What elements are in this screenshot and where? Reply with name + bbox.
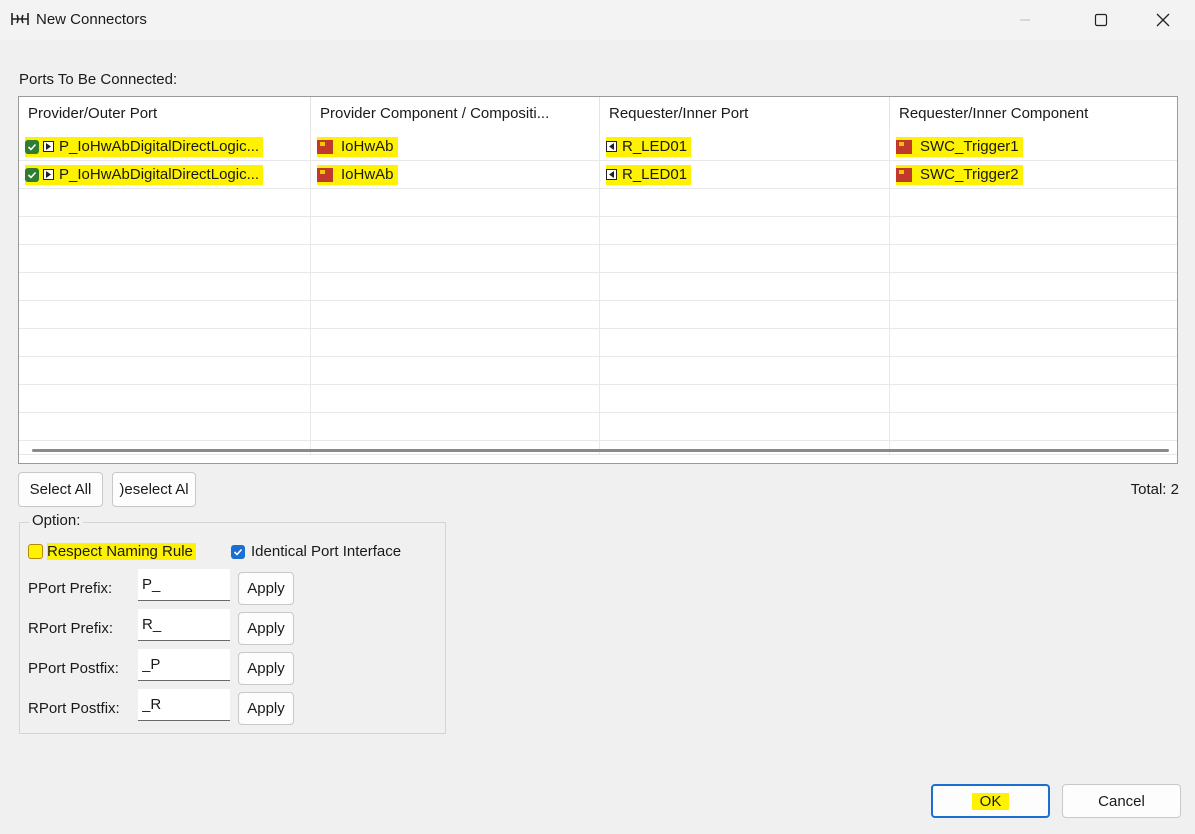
respect-naming-rule-label: Respect Naming Rule [47, 543, 196, 560]
requester-port-icon [606, 169, 617, 180]
apply-pport-postfix-button[interactable]: Apply [238, 652, 294, 685]
requester-port-icon [606, 141, 617, 152]
provider-component-name: IoHwAb [341, 138, 394, 155]
provider-component-name: IoHwAb [341, 166, 394, 183]
ok-label: OK [971, 792, 1010, 810]
empty-row [19, 273, 1177, 301]
close-button[interactable] [1140, 0, 1186, 40]
close-icon [1156, 13, 1170, 27]
empty-row [19, 385, 1177, 413]
empty-row [19, 357, 1177, 385]
rport-prefix-input[interactable] [138, 609, 230, 641]
rport-prefix-label: RPort Prefix: [28, 620, 114, 637]
component-icon [896, 167, 912, 182]
empty-row [19, 245, 1177, 273]
component-icon [317, 167, 333, 182]
rport-postfix-input[interactable] [138, 689, 230, 721]
maximize-button[interactable] [1078, 0, 1124, 40]
ports-table[interactable]: Provider/Outer Port Provider Component /… [18, 96, 1178, 464]
row-checkbox[interactable] [25, 167, 39, 182]
apply-rport-prefix-button[interactable]: Apply [238, 612, 294, 645]
provider-port-name: P_IoHwAbDigitalDirectLogic... [59, 166, 260, 183]
cancel-button[interactable]: Cancel [1062, 784, 1181, 818]
requester-port-name: R_LED01 [622, 166, 688, 183]
deselect-all-button[interactable]: )eselect Al [112, 472, 196, 507]
select-all-button[interactable]: Select All [18, 472, 103, 507]
identical-port-interface-label: Identical Port Interface [251, 543, 402, 560]
maximize-icon [1094, 13, 1108, 27]
minimize-button[interactable] [1002, 0, 1048, 40]
pport-postfix-input[interactable] [138, 649, 230, 681]
respect-naming-rule-checkbox[interactable]: Respect Naming Rule [28, 543, 196, 560]
requester-component-name: SWC_Trigger1 [920, 138, 1019, 155]
empty-row [19, 301, 1177, 329]
ports-to-be-connected-label: Ports To Be Connected: [19, 71, 178, 88]
ok-button[interactable]: OK [931, 784, 1050, 818]
table-row[interactable]: P_IoHwAbDigitalDirectLogic... IoHwAb R_L… [19, 161, 1177, 189]
component-icon [896, 139, 912, 154]
column-header[interactable]: Provider Component / Compositi... [311, 97, 600, 133]
empty-row [19, 441, 1177, 455]
table-row[interactable]: P_IoHwAbDigitalDirectLogic... IoHwAb R_L… [19, 133, 1177, 161]
identical-port-interface-checkbox[interactable]: Identical Port Interface [231, 543, 401, 560]
provider-port-name: P_IoHwAbDigitalDirectLogic... [59, 138, 260, 155]
pport-prefix-label: PPort Prefix: [28, 580, 113, 597]
pport-prefix-input[interactable] [138, 569, 230, 601]
table-header: Provider/Outer Port Provider Component /… [19, 97, 1177, 133]
minimize-icon [1020, 19, 1030, 21]
horizontal-scrollbar[interactable] [32, 449, 1169, 452]
total-count: Total: 2 [1130, 481, 1179, 498]
component-icon [317, 139, 333, 154]
provider-port-icon [43, 169, 54, 180]
requester-port-name: R_LED01 [622, 138, 688, 155]
provider-port-icon [43, 141, 54, 152]
column-header[interactable]: Provider/Outer Port [19, 97, 311, 133]
column-header[interactable]: Requester/Inner Component [890, 97, 1177, 133]
rport-postfix-label: RPort Postfix: [28, 700, 120, 717]
connector-icon [11, 13, 29, 25]
pport-postfix-label: PPort Postfix: [28, 660, 119, 677]
empty-row [19, 217, 1177, 245]
row-checkbox[interactable] [25, 139, 39, 154]
empty-row [19, 413, 1177, 441]
window-title: New Connectors [36, 11, 147, 28]
options-legend: Option: [29, 512, 84, 529]
requester-component-name: SWC_Trigger2 [920, 166, 1019, 183]
empty-row [19, 329, 1177, 357]
title-bar: New Connectors [0, 0, 1195, 40]
checked-box-icon [231, 544, 245, 559]
apply-pport-prefix-button[interactable]: Apply [238, 572, 294, 605]
column-header[interactable]: Requester/Inner Port [600, 97, 890, 133]
unchecked-box-icon [28, 544, 43, 559]
empty-row [19, 189, 1177, 217]
apply-rport-postfix-button[interactable]: Apply [238, 692, 294, 725]
